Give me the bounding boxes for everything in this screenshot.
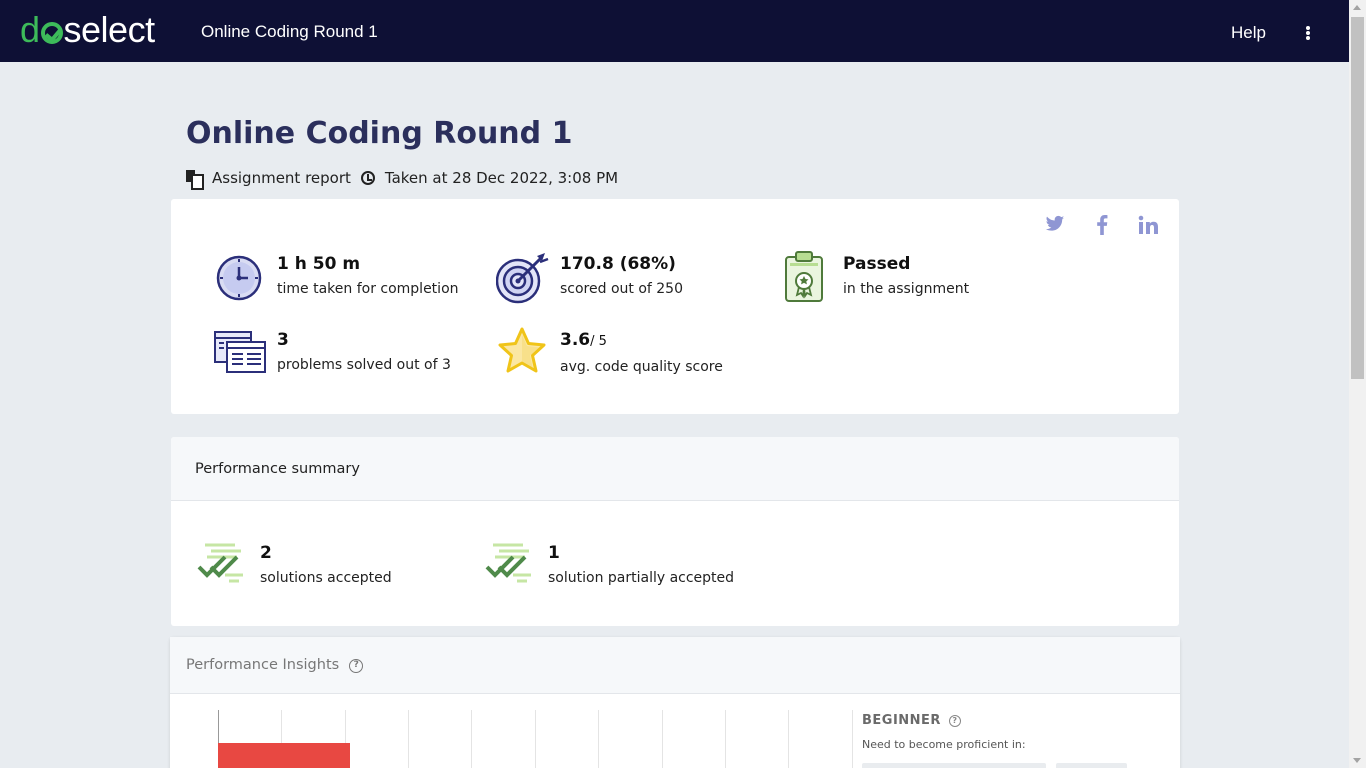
performance-summary-card: Performance summary 2 solutions accepted (171, 437, 1179, 626)
double-check-icon (197, 543, 243, 583)
score-value: 170.8 (68%) (560, 254, 676, 274)
assignment-stats-card: 1 h 50 m time taken for completion 170.8… (171, 199, 1179, 414)
more-menu-icon[interactable] (1300, 24, 1316, 42)
result-label: in the assignment (843, 281, 970, 297)
chart-gridline (598, 710, 599, 768)
score-label: scored out of 250 (560, 281, 683, 297)
quality-value: 3.6 (560, 330, 591, 350)
accepted-label: solutions accepted (260, 570, 392, 586)
quality-out-of: / 5 (590, 334, 607, 349)
topbar-title: Online Coding Round 1 (201, 22, 378, 41)
scrollbar-thumb[interactable] (1351, 17, 1364, 379)
star-icon (498, 327, 546, 373)
quality-label: avg. code quality score (560, 359, 723, 375)
performance-insights-card: Performance Insights ? BEGINNER ? Need t… (170, 637, 1180, 768)
proficiency-level-label: BEGINNER (862, 713, 941, 728)
clock-icon (216, 255, 262, 301)
chart-gridline (471, 710, 472, 768)
time-value: 1 h 50 m (277, 254, 361, 274)
insight-bar (218, 743, 350, 768)
chart-gridline (852, 710, 853, 768)
linkedin-icon[interactable] (1138, 215, 1158, 235)
assignment-report-label: Assignment report (212, 169, 351, 187)
doselect-logo[interactable]: d select (20, 9, 155, 50)
certificate-clipboard-icon (785, 251, 823, 302)
checkmark-icon (40, 22, 63, 44)
time-label: time taken for completion (277, 281, 459, 297)
target-icon (496, 253, 549, 304)
chart-gridline (788, 710, 789, 768)
proficiency-level: BEGINNER ? (862, 713, 961, 728)
problems-value: 3 (277, 330, 289, 350)
result-value: Passed (843, 254, 911, 274)
proficiency-subtitle: Need to become proficient in: (862, 738, 1026, 751)
facebook-icon[interactable] (1095, 215, 1109, 235)
page-title: Online Coding Round 1 (186, 116, 573, 151)
help-circle-icon[interactable]: ? (948, 714, 961, 727)
code-windows-icon (214, 331, 266, 373)
scrollbar[interactable] (1349, 0, 1366, 768)
performance-insights-header: Performance Insights ? (170, 637, 1180, 694)
problems-label: problems solved out of 3 (277, 357, 451, 373)
help-circle-icon[interactable]: ? (349, 659, 364, 673)
performance-summary-title: Performance summary (171, 437, 1179, 501)
quality-value-line: 3.6/ 5 (560, 328, 723, 354)
accepted-value: 2 (260, 543, 272, 563)
scroll-down-arrow-icon[interactable] (1353, 758, 1361, 763)
partially-accepted-value: 1 (548, 543, 560, 563)
twitter-icon[interactable] (1045, 215, 1065, 233)
skill-chip[interactable] (1056, 763, 1127, 768)
chart-gridline (535, 710, 536, 768)
double-check-icon (485, 543, 531, 583)
help-link[interactable]: Help (1231, 23, 1266, 43)
scroll-up-arrow-icon[interactable] (1353, 5, 1361, 10)
clock-icon (360, 171, 375, 185)
taken-at-label: Taken at 28 Dec 2022, 3:08 PM (384, 169, 619, 187)
top-navbar: d select Online Coding Round 1 Help (0, 0, 1349, 62)
report-meta: Assignment report Taken at 28 Dec 2022, … (186, 169, 619, 190)
document-icon (186, 170, 204, 190)
skill-chip[interactable] (862, 763, 1046, 768)
chart-gridline (725, 710, 726, 768)
chart-gridline (408, 710, 409, 768)
performance-insights-title: Performance Insights (186, 657, 340, 673)
chart-gridline (662, 710, 663, 768)
partially-accepted-label: solution partially accepted (548, 570, 735, 586)
